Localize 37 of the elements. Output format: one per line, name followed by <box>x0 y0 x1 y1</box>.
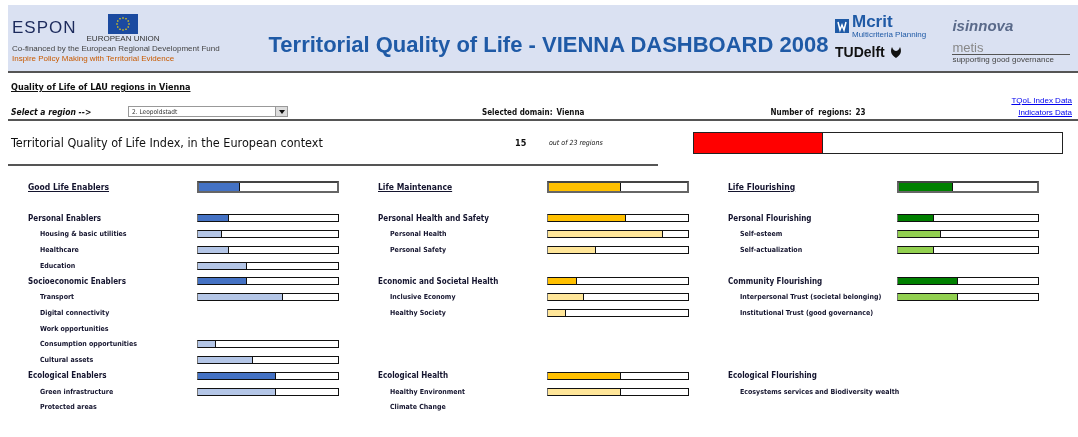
group-label: Ecological Health <box>378 371 450 381</box>
count-value: 23 <box>855 108 866 117</box>
logo-tagline: Inspire Policy Making with Territorial Evidence <box>12 53 176 63</box>
group-label: Personal Enablers <box>28 213 103 223</box>
domain-heading: Life Flourishing <box>728 181 797 192</box>
logo-text: Co-financed by the European Regional Development Fund <box>12 43 221 53</box>
group-label: Personal Flourishing <box>728 213 813 223</box>
logo-icon <box>835 18 849 33</box>
logo-icon <box>888 46 903 58</box>
domain-label: Selected domain: <box>482 108 553 117</box>
data-link[interactable]: TQoL Index Data <box>1011 96 1072 105</box>
group-label: Community Flourishing <box>728 276 824 286</box>
group-label: Ecological Flourishing <box>728 371 818 381</box>
logo-text: isinnova <box>952 17 1015 34</box>
dashboard-title: Territorial Quality of Life - VIENNA DASHBOARD 2008 <box>267 32 830 58</box>
domain-heading: Good Life Enablers <box>28 181 111 192</box>
domain-heading: Life Maintenance <box>378 181 454 192</box>
select-label: Select a region --> <box>11 107 93 117</box>
logo-text: ESPON <box>12 18 77 38</box>
group-label: Personal Health and Safety <box>378 213 490 223</box>
logo-text: TUDelft <box>835 44 885 60</box>
group-label: Ecological Enablers <box>28 371 108 381</box>
logo-text: supporting good governance <box>952 53 1070 64</box>
group-label: Economic and Societal Health <box>378 276 500 286</box>
domain-value: Vienna <box>556 108 585 117</box>
flag-icon <box>108 13 138 34</box>
logo-text: Multicriteria Planning <box>852 29 927 39</box>
logo-text: EUROPEAN UNION <box>86 33 160 43</box>
logo-text: Mcrit <box>852 12 894 30</box>
rank-value: 15 <box>515 137 528 148</box>
section-heading: Quality of Life of LAU regions in Vienna <box>11 82 192 92</box>
count-label: Number of regions: <box>770 108 852 117</box>
group-label: Socioeconomic Enablers <box>28 276 127 286</box>
index-label: Territorial Quality of Life Index, in the European context <box>11 135 324 150</box>
logo-text: metis <box>952 40 985 54</box>
data-link[interactable]: Indicators Data <box>1018 108 1072 117</box>
caret-icon <box>278 109 285 114</box>
